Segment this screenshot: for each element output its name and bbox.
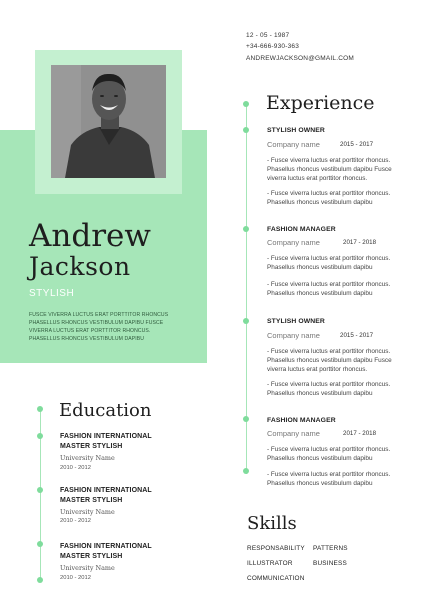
timeline-dot [37,577,43,583]
timeline-dot [243,468,249,474]
first-name: Andrew [29,218,151,254]
job-company: Company name [267,429,320,438]
last-name: Jackson [29,252,131,281]
profile-photo [51,65,166,178]
skills-title: Skills [247,513,297,534]
job-bullet: - Fusce viverra luctus erat porttitor rh… [267,281,391,297]
job-bullet: - Fusce viverra luctus erat porttitor rh… [267,348,392,373]
experience-title: Experience [266,92,375,114]
job-years: 2015 - 2017 [340,141,374,148]
job-bullet: - Fusce viverra luctus erat porttitor rh… [267,381,391,397]
timeline-dot [243,127,249,133]
job-company: Company name [267,140,320,149]
edu-degree-line2: MASTER STYLISH [60,443,123,450]
contact-date: 12 - 05 - 1987 [246,32,290,39]
edu-years: 2010 - 2012 [60,465,91,471]
job-years: 2017 - 2018 [343,430,377,437]
edu-degree-line2: MASTER STYLISH [60,553,123,560]
edu-university: University Name [60,454,115,462]
edu-degree-line1: FASHION INTERNATIONAL [60,543,152,550]
job-bullet: - Fusce viverra luctus erat porttitor rh… [267,255,391,271]
job-bullet: - Fusce viverra luctus erat porttitor rh… [267,157,392,182]
timeline-dot [37,433,43,439]
contact-email: ANDREWJACKSON@GMAIL.COM [246,55,354,62]
job-years: 2015 - 2017 [340,332,374,339]
edu-years: 2010 - 2012 [60,575,91,581]
job-position: STYLISH OWNER [267,127,325,134]
skill-item: PATTERNS [313,545,348,552]
skill-item: ILLUSTRATOR [247,560,293,567]
timeline-dot [37,406,43,412]
education-title: Education [59,400,152,421]
job-bullet: - Fusce viverra luctus erat porttitor rh… [267,446,391,462]
edu-degree-line1: FASHION INTERNATIONAL [60,433,152,440]
job-bullet: - Fusce viverra luctus erat porttitor rh… [267,471,391,487]
skill-item: COMMUNICATION [247,575,305,582]
skill-item: RESPONSABILITY [247,545,305,552]
timeline-dot [243,318,249,324]
timeline-dot [243,226,249,232]
job-position: STYLISH OWNER [267,318,325,325]
profile-summary: FUSCE VIVERRA LUCTUS ERAT PORTTITOR RHON… [29,312,169,342]
job-company: Company name [267,238,320,247]
job-company: Company name [267,331,320,340]
edu-degree-line2: MASTER STYLISH [60,497,123,504]
timeline-dot [243,101,249,107]
edu-degree-line1: FASHION INTERNATIONAL [60,487,152,494]
timeline-dot [37,541,43,547]
skill-item: BUSINESS [313,560,347,567]
edu-years: 2010 - 2012 [60,518,91,524]
job-bullet: - Fusce viverra luctus erat porttitor rh… [267,190,391,206]
edu-university: University Name [60,508,115,516]
edu-university: University Name [60,564,115,572]
job-role: STYLISH [29,288,75,299]
contact-phone: +34-666-930-363 [246,43,300,50]
job-years: 2017 - 2018 [343,239,377,246]
timeline-dot [243,416,249,422]
job-position: FASHION MANAGER [267,226,336,233]
job-position: FASHION MANAGER [267,417,336,424]
timeline-dot [37,487,43,493]
